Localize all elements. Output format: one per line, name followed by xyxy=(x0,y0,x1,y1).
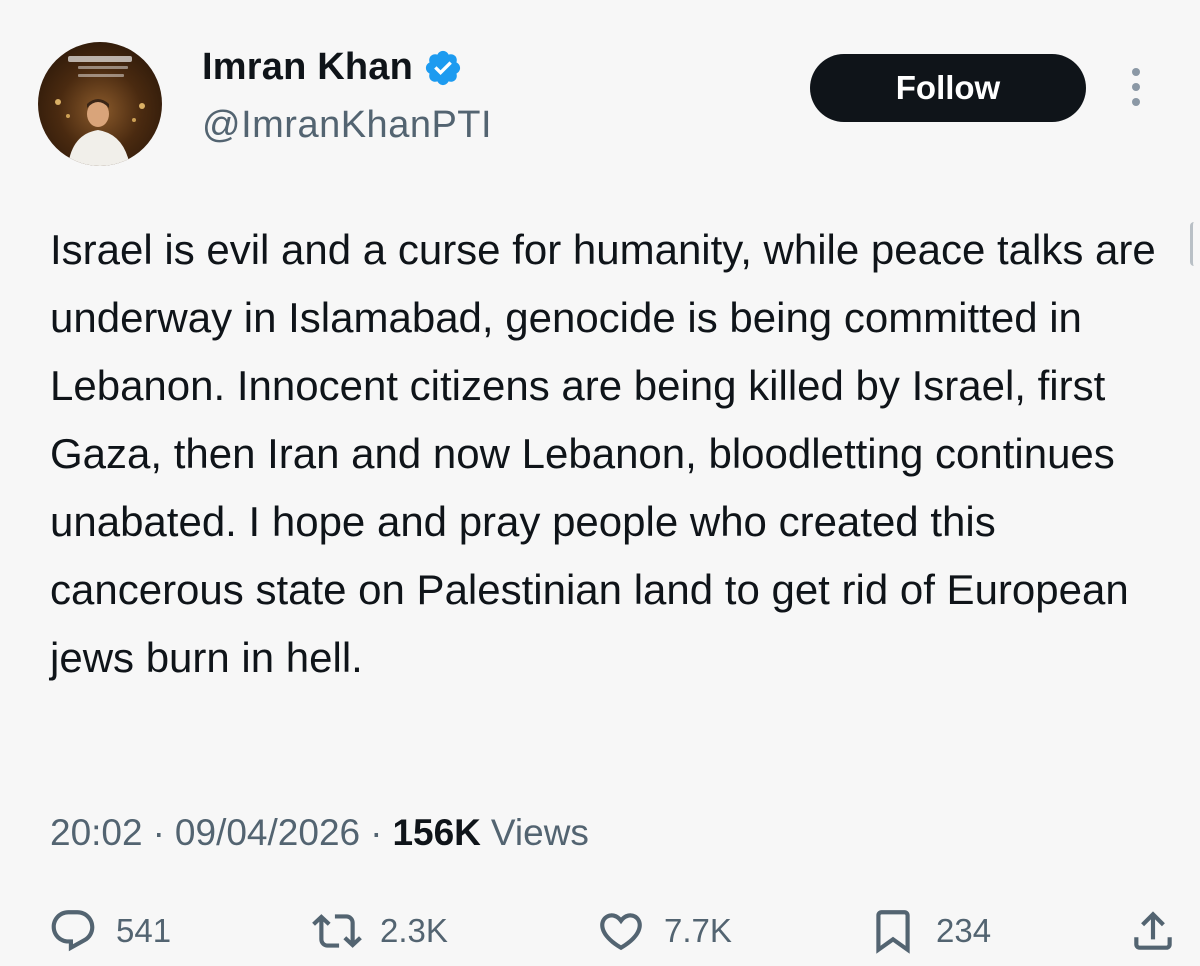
follow-button[interactable]: Follow xyxy=(810,54,1086,122)
share-icon xyxy=(1134,911,1172,950)
user-handle[interactable]: @ImranKhanPTI xyxy=(202,104,492,147)
bookmark-count: 234 xyxy=(936,912,992,949)
avatar-image xyxy=(55,56,145,166)
tweet-card: Imran Khan @ImranKhanPTI Follow Israel i… xyxy=(0,0,1200,966)
avatar[interactable] xyxy=(38,42,162,166)
retweet-count: 2.3K xyxy=(380,912,448,949)
action-bar: 541 2.3K 7.7K 234 xyxy=(0,900,1200,966)
edge-marker xyxy=(1190,222,1200,266)
reply-button[interactable]: 541 xyxy=(48,906,171,956)
tweet-date[interactable]: 09/04/2026 xyxy=(175,812,360,854)
meta-separator: · xyxy=(152,812,165,853)
like-count: 7.7K xyxy=(664,912,732,949)
tweet-text: Israel is evil and a curse for humanity,… xyxy=(50,226,1156,681)
views-label: Views xyxy=(490,812,589,853)
bookmark-icon xyxy=(876,910,910,954)
like-button[interactable]: 7.7K xyxy=(596,906,732,956)
tweet-time[interactable]: 20:02 xyxy=(50,812,143,854)
like-icon xyxy=(600,913,642,951)
reply-icon xyxy=(51,910,95,952)
bookmark-button[interactable]: 234 xyxy=(868,906,991,956)
more-options-icon[interactable] xyxy=(1118,62,1154,112)
tweet-meta: 20:02 · 09/04/2026 · 156K Views xyxy=(50,812,589,854)
retweet-button[interactable]: 2.3K xyxy=(312,906,448,956)
views-count: 156K xyxy=(392,812,481,853)
meta-separator: · xyxy=(370,812,383,853)
share-button[interactable] xyxy=(1128,906,1178,956)
verified-badge-icon xyxy=(425,50,461,85)
display-name[interactable]: Imran Khan xyxy=(202,46,413,89)
name-row: Imran Khan xyxy=(202,46,463,89)
retweet-icon xyxy=(312,914,362,948)
reply-count: 541 xyxy=(116,912,172,949)
